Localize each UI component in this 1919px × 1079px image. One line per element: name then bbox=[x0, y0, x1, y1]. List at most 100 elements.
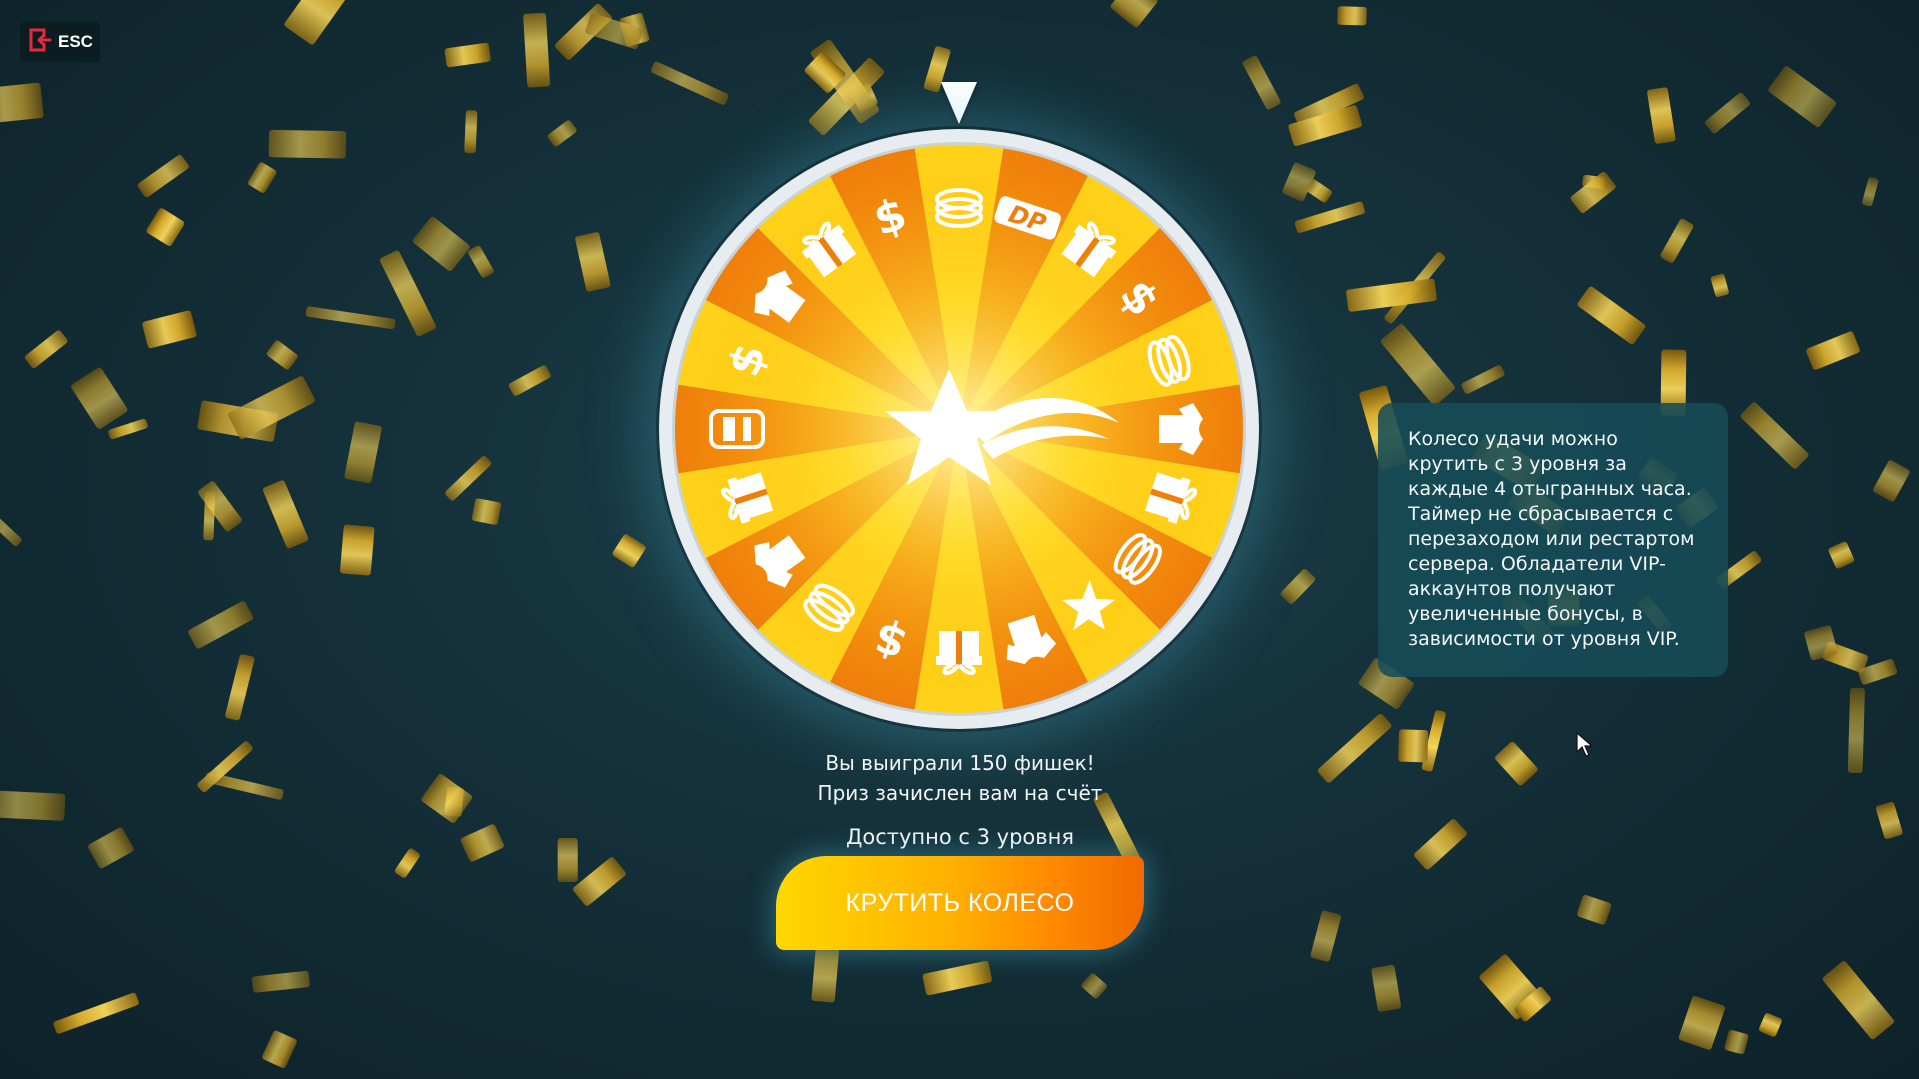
confetti-piece bbox=[71, 367, 128, 429]
confetti-piece bbox=[108, 418, 148, 440]
confetti-piece bbox=[1647, 87, 1676, 144]
confetti-piece bbox=[1414, 818, 1467, 870]
confetti-piece bbox=[1371, 964, 1402, 1012]
confetti-piece bbox=[1380, 323, 1455, 406]
confetti-piece bbox=[1804, 625, 1838, 661]
confetti-piece bbox=[1806, 331, 1860, 370]
confetti-piece bbox=[1758, 1013, 1782, 1037]
confetti-piece bbox=[810, 39, 880, 124]
confetti-piece bbox=[1294, 201, 1365, 233]
confetti-piece bbox=[53, 992, 139, 1034]
confetti-piece bbox=[554, 3, 612, 60]
confetti-piece bbox=[1724, 1029, 1749, 1055]
confetti-piece bbox=[508, 365, 551, 396]
confetti-piece bbox=[24, 330, 68, 369]
confetti-piece bbox=[444, 786, 464, 817]
confetti-piece bbox=[573, 857, 626, 906]
confetti-piece bbox=[1280, 568, 1316, 605]
confetti-piece bbox=[251, 970, 310, 993]
confetti-piece bbox=[1305, 179, 1332, 203]
confetti-piece bbox=[197, 741, 253, 793]
info-panel: Колесо удачи можно крутить с 3 уровня за… bbox=[1378, 403, 1728, 677]
confetti-piece bbox=[0, 505, 22, 546]
confetti-piece bbox=[1398, 729, 1429, 763]
confetti-piece bbox=[1110, 0, 1158, 28]
confetti-piece bbox=[1337, 6, 1367, 26]
result-line-1: Вы выиграли 150 фишек! bbox=[825, 751, 1095, 775]
confetti-piece bbox=[851, 83, 878, 112]
info-text: Колесо удачи можно крутить с 3 уровня за… bbox=[1408, 428, 1695, 650]
confetti-piece bbox=[811, 942, 840, 1003]
confetti-piece bbox=[1822, 641, 1869, 673]
confetti-piece bbox=[1495, 741, 1538, 786]
confetti-piece bbox=[612, 534, 646, 568]
confetti-piece bbox=[651, 61, 729, 105]
confetti-piece bbox=[1421, 710, 1446, 772]
confetti-piece bbox=[142, 310, 197, 349]
confetti-piece bbox=[1081, 973, 1107, 999]
confetti-piece bbox=[188, 601, 254, 649]
confetti-piece bbox=[585, 13, 643, 50]
confetti-piece bbox=[284, 0, 358, 45]
confetti-piece bbox=[1514, 986, 1551, 1022]
confetti-piece bbox=[1570, 171, 1616, 214]
confetti-piece bbox=[266, 340, 298, 370]
confetti-piece bbox=[575, 232, 611, 292]
confetti-piece bbox=[445, 455, 492, 501]
confetti-piece bbox=[379, 250, 436, 337]
confetti-piece bbox=[247, 162, 277, 193]
confetti-piece bbox=[444, 42, 491, 68]
confetti-piece bbox=[1768, 66, 1837, 128]
confetti-piece bbox=[340, 524, 375, 576]
confetti-piece bbox=[1577, 894, 1612, 925]
confetti-piece bbox=[1660, 218, 1694, 263]
confetti-piece bbox=[1875, 801, 1903, 839]
confetti-piece bbox=[146, 208, 185, 246]
confetti-piece bbox=[344, 421, 382, 484]
confetti-piece bbox=[421, 773, 473, 823]
confetti-piece bbox=[1828, 541, 1855, 569]
confetti-piece bbox=[88, 827, 134, 869]
confetti-piece bbox=[0, 790, 66, 821]
confetti-piece bbox=[468, 245, 494, 278]
confetti-piece bbox=[1282, 162, 1316, 202]
confetti-piece bbox=[198, 481, 242, 532]
availability-label: Доступно с 3 уровня bbox=[845, 825, 1075, 849]
confetti-piece bbox=[1705, 92, 1750, 134]
exit-door-icon bbox=[28, 28, 52, 56]
confetti-piece bbox=[1862, 177, 1879, 207]
confetti-piece bbox=[557, 838, 578, 882]
confetti-piece bbox=[1288, 105, 1362, 146]
wheel-graphic: DP$$$$ bbox=[659, 129, 1259, 729]
confetti-piece bbox=[268, 129, 347, 159]
confetti-piece bbox=[1822, 961, 1894, 1040]
confetti-piece bbox=[262, 1030, 297, 1069]
confetti-piece bbox=[1346, 278, 1437, 312]
confetti-piece bbox=[1461, 365, 1505, 394]
confetti-piece bbox=[197, 400, 279, 442]
confetti-piece bbox=[1294, 83, 1364, 128]
esc-label: ESC bbox=[58, 32, 93, 51]
result-message: Вы выиграли 150 фишек! Приз зачислен вам… bbox=[660, 748, 1260, 808]
result-line-2: Приз зачислен вам на счёт bbox=[817, 781, 1103, 805]
confetti-piece bbox=[471, 498, 502, 525]
confetti-piece bbox=[1710, 273, 1729, 298]
confetti-piece bbox=[547, 120, 577, 147]
confetti-piece bbox=[460, 824, 504, 862]
esc-button[interactable]: ESC bbox=[20, 22, 100, 62]
confetti-piece bbox=[1479, 954, 1543, 1020]
confetti-piece bbox=[305, 306, 396, 330]
confetti-piece bbox=[412, 216, 470, 272]
confetti-piece bbox=[1740, 402, 1809, 469]
confetti-piece bbox=[262, 480, 309, 549]
confetti-piece bbox=[1847, 687, 1865, 774]
mouse-cursor-icon bbox=[1576, 732, 1594, 757]
spin-button-label: КРУТИТЬ КОЛЕСО bbox=[845, 888, 1075, 917]
confetti-piece bbox=[1582, 174, 1606, 190]
confetti-piece bbox=[619, 13, 650, 47]
confetti-piece bbox=[464, 110, 478, 154]
spin-wheel-button[interactable]: КРУТИТЬ КОЛЕСО bbox=[776, 856, 1144, 950]
confetti-piece bbox=[1678, 995, 1725, 1050]
confetti-piece bbox=[1317, 713, 1392, 783]
confetti-piece bbox=[203, 491, 216, 541]
